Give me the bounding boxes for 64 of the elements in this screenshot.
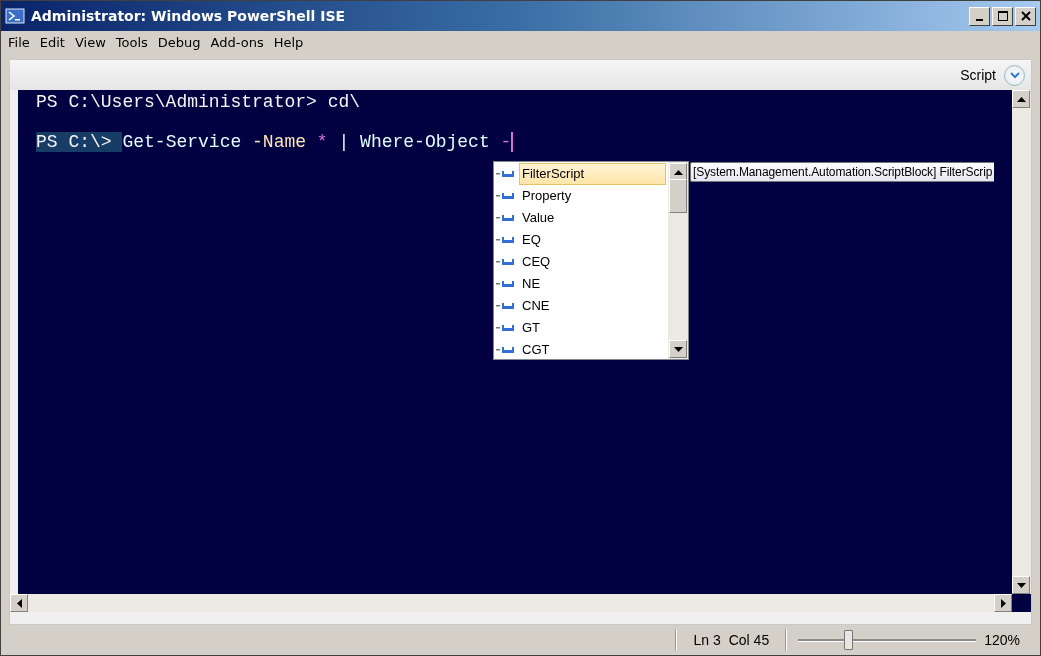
code-text: -Name: [252, 132, 308, 152]
minimize-icon: [976, 19, 983, 21]
scroll-down-button[interactable]: [669, 340, 687, 358]
scroll-down-button[interactable]: [1012, 576, 1030, 594]
completion-item[interactable]: EQ: [519, 229, 666, 251]
selected-prompt-text: PS C:\>: [36, 132, 123, 152]
property-icon: [496, 324, 515, 332]
scrollbar-corner: [1012, 594, 1031, 612]
caret-up-icon: [673, 169, 683, 175]
scrollbar-thumb[interactable]: [669, 179, 687, 213]
property-icon: [496, 214, 515, 222]
completion-item[interactable]: Property: [519, 185, 666, 207]
chevron-down-icon: [1009, 71, 1020, 79]
property-icon: [496, 192, 515, 200]
menu-item[interactable]: Add-ons: [205, 34, 269, 50]
completion-item[interactable]: CNE: [519, 295, 666, 317]
menu-item[interactable]: View: [69, 34, 111, 50]
menu-item[interactable]: Tools: [110, 34, 153, 50]
powershell-icon: [5, 8, 25, 24]
caret-up-icon: [1016, 96, 1026, 102]
maximize-button[interactable]: [992, 6, 1013, 26]
scroll-left-button[interactable]: [10, 594, 28, 612]
line-number: Ln 3: [693, 632, 721, 648]
property-icon: [496, 280, 515, 288]
completion-item[interactable]: CGT: [519, 339, 666, 361]
completion-item[interactable]: GT: [519, 317, 666, 339]
vertical-scrollbar[interactable]: [1012, 90, 1031, 594]
code-text: -: [500, 132, 512, 152]
caret-down-icon: [673, 346, 683, 352]
maximize-icon: [996, 10, 1009, 22]
completion-item[interactable]: CEQ: [519, 251, 666, 273]
property-icon: [496, 258, 515, 266]
property-icon: [496, 346, 515, 354]
completion-item[interactable]: Value: [519, 207, 666, 229]
minimize-button[interactable]: [969, 6, 990, 26]
code-text: Where-Object: [360, 132, 491, 152]
menu-item[interactable]: File: [3, 34, 35, 50]
zoom-percentage: 120%: [984, 632, 1020, 648]
slider-thumb[interactable]: [844, 630, 853, 650]
text-cursor: [511, 132, 514, 152]
menu-item[interactable]: Debug: [152, 34, 206, 50]
caret-left-icon: [16, 598, 22, 608]
caret-down-icon: [1016, 582, 1026, 588]
script-pane-label: Script: [960, 67, 996, 83]
property-icon: [496, 170, 515, 178]
code-text: *: [316, 132, 329, 152]
property-icon: [496, 302, 515, 310]
close-icon: [1019, 10, 1032, 22]
horizontal-scrollbar[interactable]: [10, 594, 1012, 612]
menu-item[interactable]: Help: [268, 34, 309, 50]
close-button[interactable]: [1015, 6, 1036, 26]
completion-item[interactable]: NE: [519, 273, 666, 295]
code-text: |: [338, 132, 351, 152]
window-title: Administrator: Windows PowerShell ISE: [31, 8, 347, 24]
scroll-right-button[interactable]: [994, 594, 1012, 612]
column-number: Col 45: [728, 632, 770, 648]
menu-item[interactable]: Edit: [34, 34, 70, 50]
scroll-up-button[interactable]: [1012, 90, 1030, 108]
completion-item[interactable]: FilterScript: [519, 163, 666, 185]
code-text: Get-Service: [122, 132, 243, 152]
property-icon: [496, 236, 515, 244]
code-text: PS C:\Users\Administrator> cd\: [36, 92, 361, 112]
tooltip: [System.Management.Automation.ScriptBlock] FilterScrip: [690, 162, 995, 182]
caret-right-icon: [1000, 598, 1006, 608]
